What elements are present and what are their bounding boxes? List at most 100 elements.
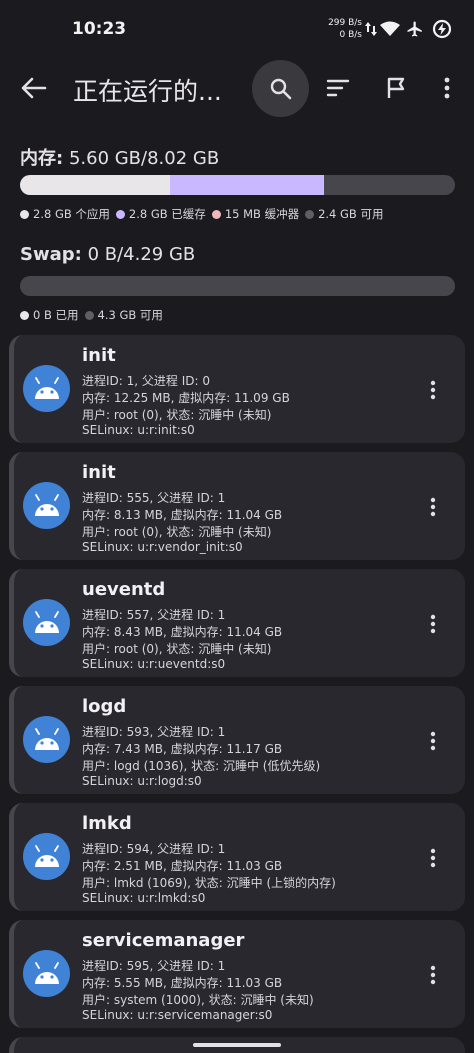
memory-legend-item: 2.8 GB 个应用	[20, 206, 110, 222]
android-icon	[34, 610, 59, 633]
network-speed-up: 299 B/s	[328, 18, 362, 28]
process-user-state: 用户: system (1000), 状态: 沉睡中 (未知)	[82, 993, 314, 1007]
more-vert-icon	[430, 497, 436, 517]
process-more-button[interactable]	[421, 492, 445, 522]
process-ids: 进程ID: 555, 父进程 ID: 1	[82, 491, 226, 505]
process-avatar	[23, 482, 70, 529]
memory-label: 内存:	[20, 148, 64, 169]
process-user-state: 用户: root (0), 状态: 沉睡中 (未知)	[82, 408, 272, 422]
battery-saver-icon	[432, 19, 452, 39]
status-bar: 10:23 299 B/s 0 B/s	[0, 0, 474, 58]
process-card[interactable]: init 进程ID: 555, 父进程 ID: 1 内存: 8.13 MB, 虚拟内…	[9, 452, 465, 560]
process-name: init	[82, 345, 116, 366]
process-more-button[interactable]	[421, 375, 445, 405]
process-user-state: 用户: root (0), 状态: 沉睡中 (未知)	[82, 525, 272, 539]
process-avatar	[23, 716, 70, 763]
arrow-back-icon	[21, 77, 47, 99]
swap-summary: Swap: 0 B/4.29 GB	[20, 244, 195, 265]
legend-text: 0 B 已用	[33, 308, 79, 322]
more-vert-icon	[430, 965, 436, 985]
process-ids: 进程ID: 594, 父进程 ID: 1	[82, 842, 226, 856]
android-icon	[34, 727, 59, 750]
process-user-state: 用户: root (0), 状态: 沉睡中 (未知)	[82, 642, 272, 656]
process-avatar	[23, 950, 70, 997]
process-more-button[interactable]	[421, 843, 445, 873]
airplane-mode-icon	[407, 21, 422, 37]
process-ids: 进程ID: 593, 父进程 ID: 1	[82, 725, 226, 739]
swap-legend-item: 4.3 GB 可用	[84, 307, 163, 323]
process-list: init 进程ID: 1, 父进程 ID: 0 内存: 12.25 MB, 虚拟内存…	[9, 335, 465, 1037]
process-selinux: SELinux: u:r:logd:s0	[82, 774, 202, 788]
process-memory: 内存: 7.43 MB, 虚拟内存: 11.17 GB	[82, 742, 283, 756]
wifi-icon	[380, 21, 400, 36]
memory-value: 5.60 GB/8.02 GB	[68, 148, 220, 169]
memory-legend-item: 15 MB 缓冲器	[211, 206, 300, 222]
process-memory: 内存: 12.25 MB, 虚拟内存: 11.09 GB	[82, 391, 290, 405]
process-avatar	[23, 833, 70, 880]
legend-text: 15 MB 缓冲器	[224, 207, 300, 221]
process-name: init	[82, 462, 116, 483]
more-vert-icon	[430, 731, 436, 751]
more-vert-icon	[430, 380, 436, 400]
memory-bar-segment-cached	[170, 175, 324, 195]
back-button[interactable]	[14, 72, 54, 104]
android-icon	[34, 961, 59, 984]
app-bar: 正在运行的...	[0, 58, 474, 120]
filter-flag-button[interactable]	[377, 68, 417, 108]
legend-dot-icon	[305, 209, 315, 219]
more-vert-icon	[430, 614, 436, 634]
legend-text: 2.4 GB 可用	[318, 207, 384, 221]
more-vert-icon	[444, 77, 450, 99]
swap-label: Swap:	[20, 244, 82, 265]
swap-usage-bar	[20, 276, 455, 296]
flag-icon	[387, 77, 405, 98]
more-vert-icon	[430, 848, 436, 868]
legend-text: 2.8 GB 已缓存	[128, 207, 206, 221]
process-more-button[interactable]	[421, 960, 445, 990]
memory-summary: 内存: 5.60 GB/8.02 GB	[20, 144, 219, 170]
process-selinux: SELinux: u:r:init:s0	[82, 423, 195, 437]
legend-dot-icon	[20, 310, 29, 320]
sort-button[interactable]	[318, 68, 358, 108]
data-arrows-icon	[365, 22, 377, 36]
memory-bar-segment-apps	[20, 175, 171, 195]
process-ids: 进程ID: 1, 父进程 ID: 0	[82, 374, 210, 388]
process-memory: 内存: 5.55 MB, 虚拟内存: 11.03 GB	[82, 976, 283, 990]
process-card[interactable]: lmkd 进程ID: 594, 父进程 ID: 1 内存: 2.51 MB, 虚拟内…	[9, 803, 465, 911]
legend-dot-icon	[20, 209, 29, 219]
memory-legend: 2.8 GB 个应用 2.8 GB 已缓存 15 MB 缓冲器 2.4 GB 可用	[20, 206, 389, 222]
swap-legend-item: 0 B 已用	[20, 307, 79, 323]
status-time: 10:23	[72, 19, 127, 39]
legend-dot-icon	[211, 209, 221, 219]
legend-text: 2.8 GB 个应用	[33, 207, 110, 221]
process-selinux: SELinux: u:r:servicemanager:s0	[82, 1008, 273, 1022]
process-selinux: SELinux: u:r:lmkd:s0	[82, 891, 206, 905]
page-title: 正在运行的...	[73, 77, 222, 106]
network-speed: 299 B/s 0 B/s	[322, 17, 362, 41]
process-card[interactable]: ueventd 进程ID: 557, 父进程 ID: 1 内存: 8.43 MB, …	[9, 569, 465, 677]
memory-usage-bar	[20, 175, 455, 195]
process-user-state: 用户: lmkd (1069), 状态: 沉睡中 (上锁的内存)	[82, 876, 336, 890]
memory-legend-item: 2.8 GB 已缓存	[115, 206, 206, 222]
process-name: ueventd	[82, 579, 166, 600]
gesture-nav-handle[interactable]	[193, 1043, 281, 1047]
swap-legend: 0 B 已用 4.3 GB 可用	[20, 307, 169, 323]
process-avatar	[23, 365, 70, 412]
process-avatar	[23, 599, 70, 646]
search-button[interactable]	[252, 60, 309, 117]
android-icon	[34, 376, 59, 399]
process-user-state: 用户: logd (1036), 状态: 沉睡中 (低优先级)	[82, 759, 321, 773]
process-more-button[interactable]	[421, 609, 445, 639]
process-memory: 内存: 2.51 MB, 虚拟内存: 11.03 GB	[82, 859, 283, 873]
process-card[interactable]: logd 进程ID: 593, 父进程 ID: 1 内存: 7.43 MB, 虚拟内…	[9, 686, 465, 794]
process-name: logd	[82, 696, 127, 717]
process-card[interactable]: servicemanager 进程ID: 595, 父进程 ID: 1 内存: 5.…	[9, 920, 465, 1028]
overflow-menu-button[interactable]	[427, 68, 467, 108]
process-more-button[interactable]	[421, 726, 445, 756]
memory-bar-segment-buffers	[323, 175, 325, 195]
process-ids: 进程ID: 557, 父进程 ID: 1	[82, 608, 226, 622]
sort-icon	[326, 79, 350, 97]
android-icon	[34, 493, 59, 516]
process-card[interactable]: init 进程ID: 1, 父进程 ID: 0 内存: 12.25 MB, 虚拟内存…	[9, 335, 465, 443]
process-memory: 内存: 8.43 MB, 虚拟内存: 11.04 GB	[82, 625, 283, 639]
